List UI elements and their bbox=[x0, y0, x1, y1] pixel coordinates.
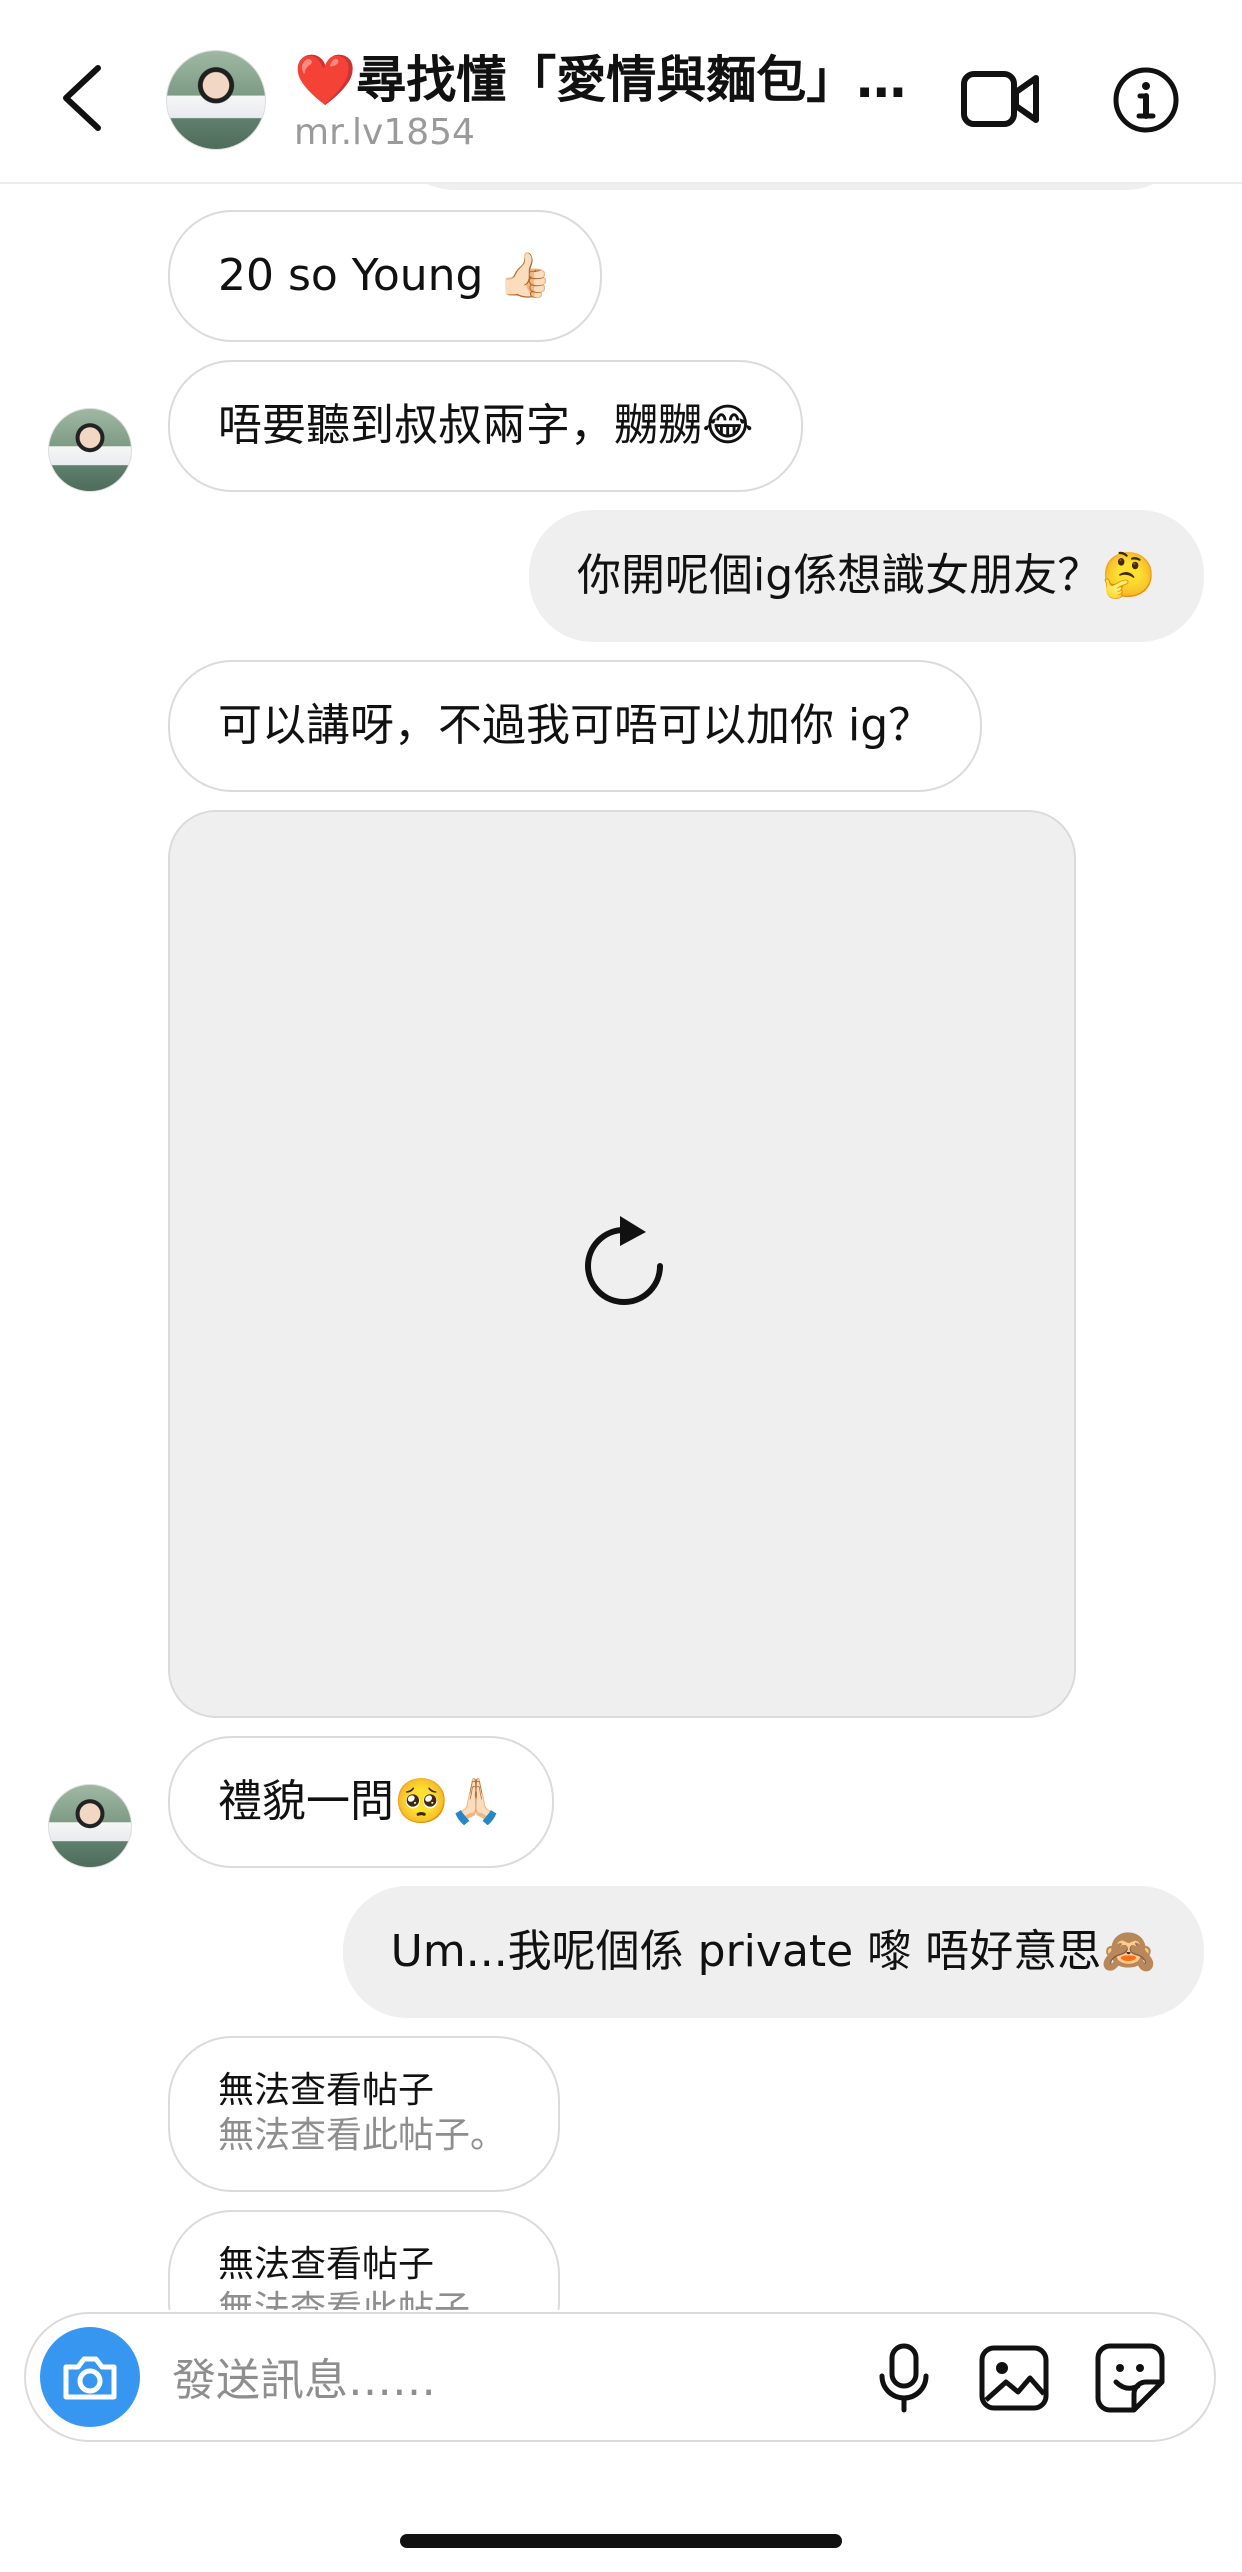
message-text: 唔要聽到叔叔兩字，嬲嬲😂 bbox=[218, 400, 754, 451]
sender-avatar[interactable] bbox=[48, 1784, 132, 1868]
sticker-icon[interactable] bbox=[1094, 2342, 1166, 2414]
contact-avatar[interactable] bbox=[166, 50, 266, 150]
camera-icon bbox=[63, 2356, 117, 2400]
message-composer bbox=[24, 2312, 1216, 2442]
image-icon[interactable] bbox=[978, 2342, 1050, 2414]
message-text: 你開呢個ig係想識女朋友？🤔 bbox=[577, 550, 1156, 601]
camera-button[interactable] bbox=[40, 2327, 140, 2427]
video-camera-icon[interactable] bbox=[960, 66, 1040, 132]
post-card-subtitle: 無法查看此帖子。 bbox=[218, 2115, 507, 2156]
unavailable-post-card[interactable]: 無法查看帖子 無法查看此帖子。 bbox=[168, 2210, 560, 2310]
sender-avatar[interactable] bbox=[48, 408, 132, 492]
message-bubble-outgoing[interactable]: 你開呢個ig係想識女朋友？🤔 bbox=[529, 510, 1204, 642]
info-icon[interactable] bbox=[1112, 66, 1180, 134]
post-card-title: 無法查看帖子 bbox=[218, 2070, 435, 2111]
contact-name[interactable]: ❤️尋找懂「愛情與麵包」… bbox=[294, 40, 934, 112]
message-text: 可以講呀，不過我可唔可以加你 ig？ bbox=[218, 700, 933, 751]
home-indicator bbox=[400, 2534, 842, 2548]
post-card-title: 無法查看帖子 bbox=[218, 2244, 435, 2285]
message-bubble-outgoing[interactable]: Um...我呢個係 private 嚟 唔好意思🙈 bbox=[342, 1886, 1204, 2018]
message-input[interactable] bbox=[170, 2344, 694, 2416]
message-text: Um...我呢個係 private 嚟 唔好意思🙈 bbox=[390, 1926, 1156, 1977]
chat-header: ❤️尋找懂「愛情與麵包」… mr.lv1854 bbox=[0, 0, 1242, 184]
unavailable-post-card[interactable]: 無法查看帖子 無法查看此帖子。 bbox=[168, 2036, 560, 2192]
message-bubble-incoming[interactable]: 唔要聽到叔叔兩字，嬲嬲😂 bbox=[168, 360, 804, 492]
microphone-icon[interactable] bbox=[868, 2342, 940, 2414]
chat-screen: 20 so Young 👍🏻 唔要聽到叔叔兩字，嬲嬲😂 你開呢個ig係想識女朋友… bbox=[0, 0, 1242, 2572]
chevron-left-icon[interactable] bbox=[52, 58, 112, 138]
shared-media-placeholder[interactable] bbox=[168, 810, 1076, 1718]
contact-username[interactable]: mr.lv1854 bbox=[294, 112, 475, 153]
message-bubble-incoming[interactable]: 禮貌一問🥺🙏🏻 bbox=[168, 1736, 554, 1868]
post-card-subtitle: 無法查看此帖子。 bbox=[218, 2289, 507, 2310]
message-text: 20 so Young 👍🏻 bbox=[218, 250, 553, 301]
reload-icon[interactable] bbox=[570, 1212, 678, 1320]
message-bubble-incoming[interactable]: 可以講呀，不過我可唔可以加你 ig？ bbox=[168, 660, 983, 792]
message-text: 禮貌一問🥺🙏🏻 bbox=[218, 1776, 504, 1827]
message-thread[interactable]: 20 so Young 👍🏻 唔要聽到叔叔兩字，嬲嬲😂 你開呢個ig係想識女朋友… bbox=[0, 0, 1242, 2310]
message-bubble-incoming[interactable]: 20 so Young 👍🏻 bbox=[168, 210, 603, 342]
